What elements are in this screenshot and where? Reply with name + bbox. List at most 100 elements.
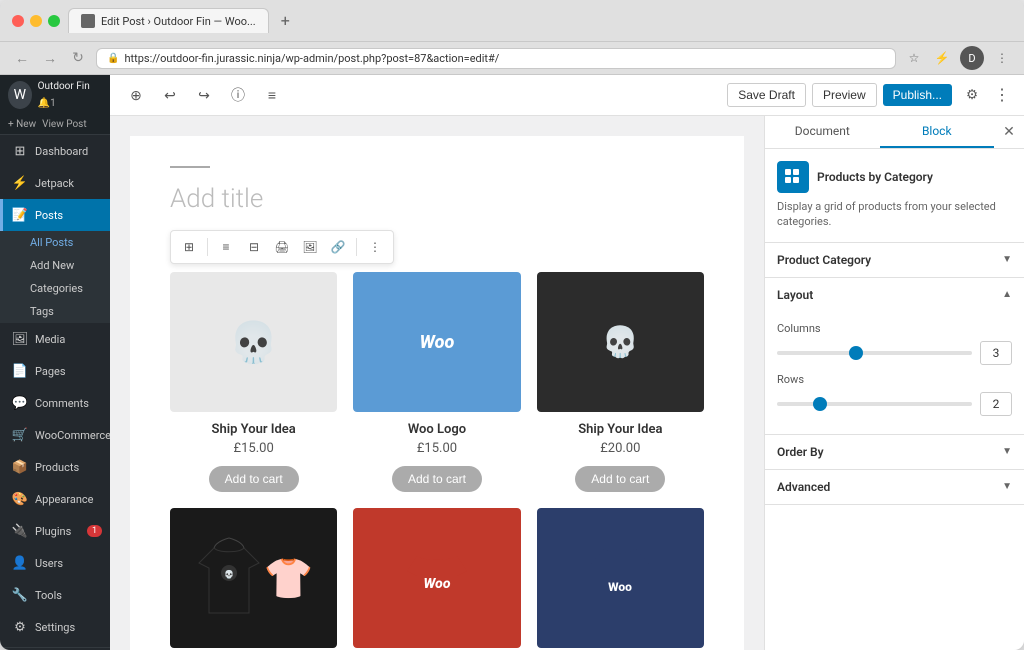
users-icon: 👤 [11, 554, 29, 572]
sidebar-item-tools[interactable]: 🔧 Tools [0, 579, 110, 611]
submenu-tags[interactable]: Tags [0, 300, 110, 323]
wp-logo[interactable]: W [8, 81, 32, 109]
add-to-cart-button-2[interactable]: Add to cart [392, 466, 482, 492]
order-by-chevron: ▼ [1002, 446, 1012, 457]
new-button[interactable]: + New [8, 119, 36, 130]
advanced-label: Advanced [777, 480, 830, 494]
divider-line [170, 166, 210, 168]
editor-more-button[interactable]: ⋮ [992, 81, 1012, 109]
dashboard-icon: ⊞ [11, 142, 29, 160]
submenu-categories[interactable]: Categories [0, 277, 110, 300]
redo-button[interactable]: ↪ [190, 81, 218, 109]
sidebar: W Outdoor Fin 🔔1 + New View Post ⊞ Dashb… [0, 75, 110, 650]
content-with-sidebar: Add title ⊞ ≡ ⊟ 🖨 🖼 🔗 ⋮ [110, 116, 1024, 650]
product-category-header[interactable]: Product Category ▼ [765, 243, 1024, 277]
view-post-link[interactable]: View Post [42, 119, 86, 130]
menu-icon[interactable]: ⋮ [992, 48, 1012, 68]
profile-icon[interactable]: D [960, 46, 984, 70]
sidebar-item-appearance[interactable]: 🎨 Appearance [0, 483, 110, 515]
image-button[interactable]: 🖼 [298, 235, 322, 259]
svg-text:Woo: Woo [424, 576, 451, 592]
product-name-2: Woo Logo [353, 422, 520, 437]
link-button[interactable]: 🔗 [326, 235, 350, 259]
layout-label: Layout [777, 288, 813, 302]
right-panel: Document Block ✕ [764, 116, 1024, 650]
media-icon: 🖼 [11, 330, 29, 348]
minimize-button[interactable] [30, 15, 42, 27]
main-content-area: ⊕ ↩ ↪ ⓘ ≡ Save Draft Preview Publish... … [110, 75, 1024, 650]
posts-icon: 📝 [11, 206, 29, 224]
list-view-button[interactable]: ≡ [258, 81, 286, 109]
sidebar-item-users[interactable]: 👤 Users [0, 547, 110, 579]
submenu-all-posts[interactable]: All Posts [0, 231, 110, 254]
sidebar-item-dashboard[interactable]: ⊞ Dashboard [0, 135, 110, 167]
preview-button[interactable]: Preview [812, 83, 877, 107]
add-to-cart-button-1[interactable]: Add to cart [209, 466, 299, 492]
more-options-button[interactable]: ⋮ [363, 235, 387, 259]
products-icon: 📦 [11, 458, 29, 476]
toolbar-separator-2 [356, 238, 357, 256]
align-left-button[interactable]: ≡ [214, 235, 238, 259]
rows-slider[interactable] [777, 402, 972, 406]
panel-close-button[interactable]: ✕ [994, 116, 1024, 148]
new-tab-button[interactable]: + [281, 11, 290, 30]
tab-document[interactable]: Document [765, 116, 880, 148]
product-card-1: Ship Your Idea £15.00 Add to cart [170, 272, 337, 492]
undo-button[interactable]: ↩ [156, 81, 184, 109]
sidebar-item-plugins[interactable]: 🔌 Plugins 1 [0, 515, 110, 547]
browser-tab[interactable]: Edit Post › Outdoor Fin — Woo... [68, 8, 269, 33]
publish-button[interactable]: Publish... [883, 84, 952, 106]
site-name[interactable]: Outdoor Fin [38, 81, 90, 92]
editor-canvas[interactable]: Add title ⊞ ≡ ⊟ 🖨 🖼 🔗 ⋮ [110, 116, 764, 650]
sidebar-item-products[interactable]: 📦 Products [0, 451, 110, 483]
close-button[interactable] [12, 15, 24, 27]
bookmark-icon[interactable]: ☆ [904, 48, 924, 68]
product-category-chevron: ▼ [1002, 254, 1012, 265]
order-by-header[interactable]: Order By ▼ [765, 435, 1024, 469]
print-button[interactable]: 🖨 [270, 235, 294, 259]
svg-text:Woo: Woo [608, 580, 632, 594]
columns-slider[interactable] [777, 351, 972, 355]
sidebar-item-settings[interactable]: ⚙ Settings [0, 611, 110, 643]
tab-block[interactable]: Block [880, 116, 995, 148]
sidebar-item-jetpack[interactable]: ⚡ Jetpack [0, 167, 110, 199]
extension-icon[interactable]: ⚡ [932, 48, 952, 68]
block-navigation-button[interactable]: ⊕ [122, 81, 150, 109]
product-category-label: Product Category [777, 253, 871, 267]
product-image-4: 💀 [170, 508, 337, 648]
editor-settings-button[interactable]: ⚙ [958, 81, 986, 109]
traffic-lights [12, 15, 60, 27]
browser-titlebar: Edit Post › Outdoor Fin — Woo... + [0, 0, 1024, 42]
sidebar-item-comments[interactable]: 💬 Comments [0, 387, 110, 419]
columns-slider-row: 3 [777, 341, 1012, 365]
back-button[interactable]: ← [12, 48, 32, 68]
sidebar-item-pages[interactable]: 📄 Pages [0, 355, 110, 387]
toolbar-separator [207, 238, 208, 256]
add-to-cart-button-3[interactable]: Add to cart [575, 466, 665, 492]
info-button[interactable]: ⓘ [224, 81, 252, 109]
comments-icon: 💬 [11, 394, 29, 412]
product-image-5: Woo [353, 508, 520, 648]
panel-section-layout: Layout ▲ Columns 3 Rows [765, 278, 1024, 435]
advanced-header[interactable]: Advanced ▼ [765, 470, 1024, 504]
sidebar-item-woocommerce[interactable]: 🛒 WooCommerce [0, 419, 110, 451]
forward-button[interactable]: → [40, 48, 60, 68]
sidebar-item-media[interactable]: 🖼 Media [0, 323, 110, 355]
layout-header[interactable]: Layout ▲ [765, 278, 1024, 312]
submenu-add-new[interactable]: Add New [0, 254, 110, 277]
panel-section-product-category: Product Category ▼ [765, 243, 1024, 278]
block-type-icon[interactable]: ⊞ [177, 235, 201, 259]
maximize-button[interactable] [48, 15, 60, 27]
product-image-6: Woo [537, 508, 704, 648]
reload-button[interactable]: ↻ [68, 48, 88, 68]
sidebar-item-posts[interactable]: 📝 Posts [0, 199, 110, 231]
product-price-2: £15.00 [353, 441, 520, 456]
sidebar-label-media: Media [35, 333, 65, 346]
align-center-button[interactable]: ⊟ [242, 235, 266, 259]
block-info-section: Products by Category Display a grid of p… [765, 149, 1024, 243]
editor-toolbar: ⊕ ↩ ↪ ⓘ ≡ Save Draft Preview Publish... … [110, 75, 1024, 116]
posts-submenu: All Posts Add New Categories Tags [0, 231, 110, 323]
post-title[interactable]: Add title [170, 184, 704, 214]
address-bar[interactable]: 🔒 https://outdoor-fin.jurassic.ninja/wp-… [96, 48, 896, 69]
save-draft-button[interactable]: Save Draft [727, 83, 806, 107]
